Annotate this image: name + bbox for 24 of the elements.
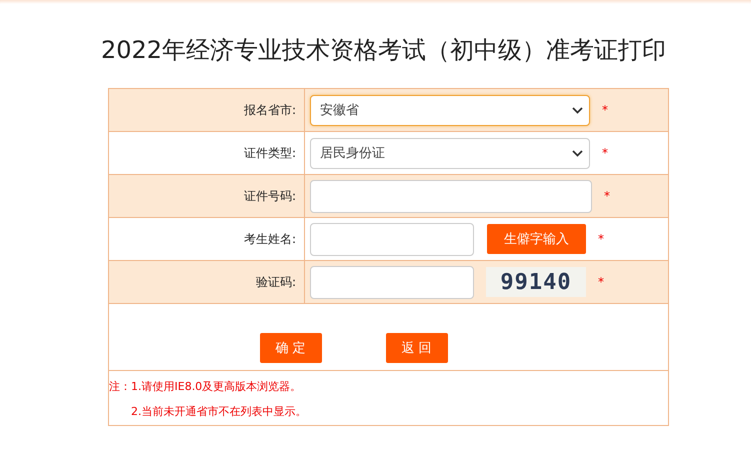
field-label: 报名省市: [244, 102, 296, 116]
required-mark: * [598, 232, 604, 246]
required-mark: * [598, 275, 604, 289]
field-label: 证件类型: [244, 146, 296, 160]
note-text: 2.当前未开通省市不在列表中显示。 [130, 404, 308, 419]
form-button[interactable]: 返 回 [386, 333, 448, 363]
dropdown[interactable]: 居民身份证 [310, 138, 590, 168]
note-text: 注：1.请使用IE8.0及更高版本浏览器。 [109, 379, 302, 394]
field-label: 验证码: [256, 274, 296, 288]
rare-character-button[interactable]: 生僻字输入 [487, 224, 586, 254]
captcha-image: 99140 [486, 267, 586, 297]
chevron-down-icon [572, 150, 583, 156]
field-label: 考生姓名: [244, 232, 296, 246]
input-field[interactable] [310, 222, 474, 256]
input-field[interactable] [310, 266, 474, 298]
page-title: 2022年经济专业技术资格考试（初中级）准考证打印 [100, 35, 668, 66]
dropdown[interactable]: 安徽省 [310, 94, 590, 126]
required-mark: * [602, 146, 608, 160]
input-field[interactable] [310, 180, 592, 212]
field-label: 证件号码: [244, 188, 296, 202]
chevron-down-icon [572, 106, 583, 114]
required-mark: * [602, 103, 608, 117]
required-mark: * [604, 189, 610, 203]
form-button[interactable]: 确 定 [260, 333, 322, 363]
